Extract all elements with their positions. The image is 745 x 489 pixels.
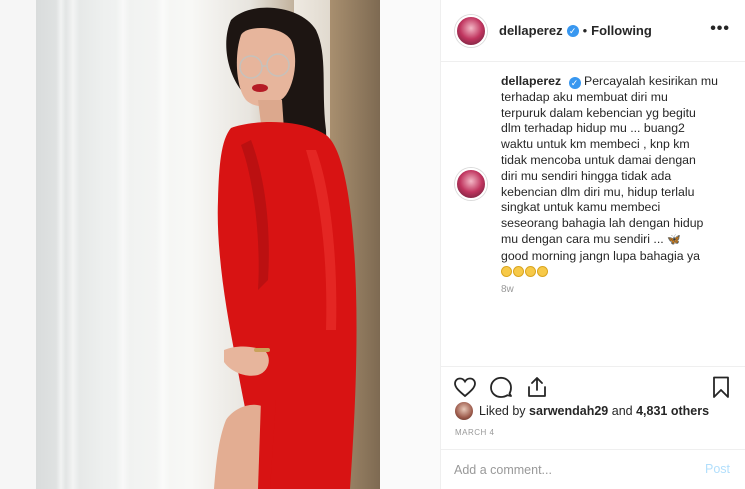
post-header: dellaperez ✓ • Following ••• bbox=[441, 0, 745, 62]
header-separator: • bbox=[582, 23, 588, 38]
liker-username[interactable]: sarwendah29 bbox=[529, 404, 608, 418]
butterfly-emoji-icon: 🦋 bbox=[667, 233, 681, 246]
caption-comment: dellaperez ✓ Percayalah kesirikan mu ter… bbox=[455, 74, 735, 280]
more-options-icon[interactable]: ••• bbox=[710, 20, 730, 38]
verified-badge-icon: ✓ bbox=[568, 77, 581, 89]
action-bar bbox=[441, 366, 745, 404]
following-button[interactable]: Following bbox=[591, 23, 652, 38]
post-photo-area bbox=[0, 0, 440, 489]
caption-text-first-line: Percayalah kesirikan mu bbox=[584, 74, 718, 88]
comment-icon[interactable] bbox=[489, 375, 513, 399]
heart-icon[interactable] bbox=[453, 375, 477, 399]
liker-avatar[interactable] bbox=[455, 402, 473, 420]
photo-margin bbox=[380, 0, 440, 489]
smile-emoji-icon bbox=[525, 265, 536, 277]
smile-emoji-row bbox=[501, 265, 549, 279]
verified-badge-icon: ✓ bbox=[566, 24, 579, 37]
comment-input[interactable] bbox=[454, 460, 674, 480]
post-side-panel: dellaperez ✓ • Following ••• dellaperez … bbox=[440, 0, 745, 489]
likes-prefix: Liked by bbox=[479, 404, 526, 418]
caption-text-last-line: good morning jangn lupa bahagia ya bbox=[501, 248, 700, 263]
likes-and: and bbox=[611, 404, 633, 418]
caption-time-ago: 8w bbox=[501, 284, 514, 295]
post-photo[interactable] bbox=[36, 0, 380, 489]
caption-body: dellaperez ✓ Percayalah kesirikan mu ter… bbox=[501, 74, 718, 280]
post-date: MARCH 4 bbox=[455, 428, 495, 437]
smile-emoji-icon bbox=[513, 265, 524, 277]
smile-emoji-icon bbox=[501, 265, 512, 277]
author-username[interactable]: dellaperez bbox=[499, 23, 563, 38]
bookmark-icon[interactable] bbox=[709, 375, 733, 399]
post-comment-button[interactable]: Post bbox=[705, 462, 730, 476]
caption-text: terhadap aku membuat diri mu terpuruk da… bbox=[501, 89, 704, 246]
share-icon[interactable] bbox=[525, 375, 549, 399]
smile-emoji-icon bbox=[537, 265, 548, 277]
woman-figure bbox=[214, 7, 357, 489]
likes-summary: Liked by sarwendah29 and 4,831 others bbox=[455, 402, 709, 420]
add-comment-bar: Post bbox=[441, 449, 745, 489]
likes-count-link[interactable]: 4,831 others bbox=[636, 404, 709, 418]
author-avatar[interactable] bbox=[455, 14, 487, 47]
caption-author-avatar[interactable] bbox=[455, 168, 487, 200]
caption-username[interactable]: dellaperez bbox=[501, 74, 561, 88]
